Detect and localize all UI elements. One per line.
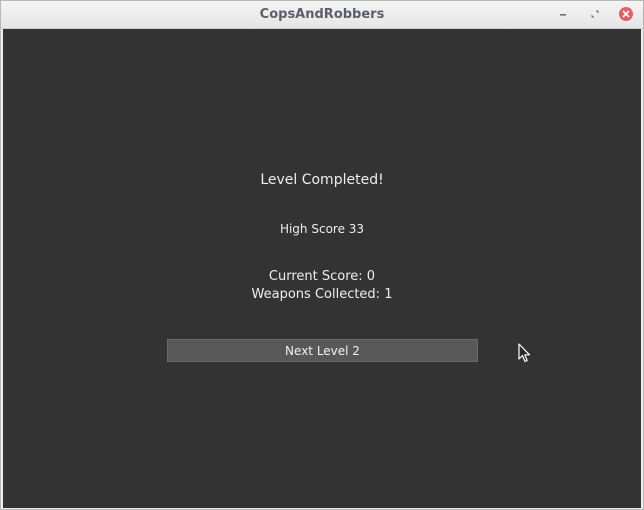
high-score-text: High Score 33 bbox=[279, 222, 365, 236]
current-score-text: Current Score: 0 bbox=[268, 269, 376, 284]
level-completed-heading: Level Completed! bbox=[260, 172, 384, 188]
close-icon bbox=[619, 7, 633, 21]
next-level-button[interactable]: Next Level 2 bbox=[167, 339, 478, 362]
game-canvas: Level Completed! High Score 33 Current S… bbox=[3, 29, 641, 508]
maximize-button[interactable] bbox=[587, 6, 603, 22]
app-window: CopsAndRobbers Level Completed! High Sco… bbox=[0, 0, 644, 510]
minimize-icon bbox=[560, 14, 566, 16]
close-button[interactable] bbox=[618, 6, 634, 22]
title-bar[interactable]: CopsAndRobbers bbox=[1, 1, 643, 29]
restore-icon bbox=[591, 10, 599, 18]
weapons-collected-text: Weapons Collected: 1 bbox=[251, 287, 393, 302]
window-title: CopsAndRobbers bbox=[259, 7, 385, 22]
minimize-button[interactable] bbox=[555, 6, 571, 22]
mouse-cursor-icon bbox=[518, 343, 531, 363]
